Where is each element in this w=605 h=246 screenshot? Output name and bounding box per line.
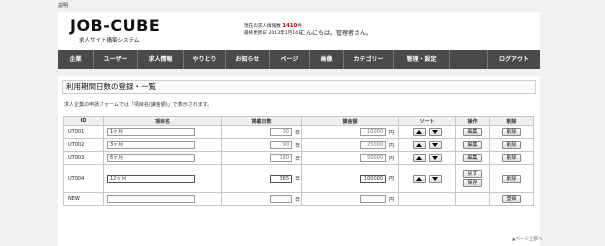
period-table: ID 項目名 掲載日数 課金額 ソート 操作 削除 UT001 1ヶ月 30 日 … <box>63 116 534 206</box>
fee-input[interactable]: 10000 <box>360 128 386 136</box>
edit-button[interactable]: 編集 <box>463 141 482 149</box>
arrow-down-icon <box>432 143 438 147</box>
logo: JOB-CUBE <box>70 16 161 35</box>
table-row: UT002 3ヶ月 90 日 25000 円 編集 削除 <box>63 138 534 152</box>
delete-button[interactable]: 削除 <box>502 174 521 183</box>
days-input[interactable]: 90 <box>270 141 292 149</box>
sort-down-button[interactable] <box>428 128 442 136</box>
site-header: JOB-CUBE 求人サイト構築システム 現在の求人情報数 1410件 最終更新… <box>58 12 540 50</box>
save-button[interactable]: 保存 <box>463 179 482 187</box>
greeting: こんにちは。管理者さん。 <box>300 30 373 37</box>
nav-messages[interactable]: やりとり <box>184 50 226 69</box>
page-top-link[interactable]: ▲ページ上部へ <box>512 236 542 242</box>
arrow-up-icon <box>416 156 422 160</box>
name-input[interactable]: 1ヶ月 <box>107 128 195 136</box>
fee-unit: 円 <box>389 176 395 182</box>
edit-button[interactable]: 編集 <box>463 154 482 162</box>
sort-up-button[interactable] <box>412 141 426 149</box>
arrow-down-icon <box>432 130 438 134</box>
table-row: UT003 6ヶ月 180 日 50000 円 編集 削除 <box>63 151 534 165</box>
nav-categories[interactable]: カテゴリー <box>344 50 394 69</box>
col-op: 操作 <box>455 116 490 126</box>
sort-up-button[interactable] <box>412 174 426 183</box>
fee-unit: 円 <box>389 196 395 203</box>
delete-button[interactable]: 削除 <box>502 141 521 149</box>
logo-subtitle: 求人サイト構築システム <box>79 38 140 44</box>
new-days-input[interactable] <box>270 195 292 203</box>
sort-up-button[interactable] <box>412 128 426 136</box>
empty-cell <box>398 192 456 206</box>
day-unit: 日 <box>295 176 301 182</box>
day-unit: 日 <box>295 142 301 149</box>
page-description: 求人企業の申請フォームでは「項目名(課金額)」で表示されます。 <box>64 102 213 108</box>
back-button[interactable]: 戻す <box>463 170 482 178</box>
nav-logout[interactable]: ログアウト <box>488 50 540 69</box>
sort-down-button[interactable] <box>428 141 442 149</box>
sort-up-button[interactable] <box>412 154 426 162</box>
site-stats: 現在の求人情報数 1410件 最終更新日 2013年1月14日 <box>244 23 303 37</box>
fee-input[interactable]: 50000 <box>360 154 386 162</box>
name-input[interactable]: 6ヶ月 <box>107 154 195 162</box>
jobs-label: 現在の求人情報数 <box>244 24 281 29</box>
days-input[interactable]: 180 <box>270 154 292 162</box>
fee-input[interactable]: 100000 <box>360 174 386 183</box>
fee-unit: 円 <box>389 155 395 162</box>
fee-unit: 円 <box>389 129 395 136</box>
update-label: 最終更新日 <box>244 31 267 36</box>
page-title: 利用期間日数の登録・一覧 <box>62 80 536 94</box>
col-id: ID <box>63 116 104 126</box>
main-panel: 利用期間日数の登録・一覧 求人企業の申請フォームでは「項目名(課金額)」で表示さ… <box>58 76 540 246</box>
delete-button[interactable]: 削除 <box>502 154 521 162</box>
arrow-up-icon <box>416 130 422 134</box>
main-nav: 企業 ユーザー 求人情報 やりとり お知らせ ページ 画像 カテゴリー 管理・設… <box>58 50 540 69</box>
col-name: 項目名 <box>103 116 222 126</box>
help-link[interactable]: 説明 <box>58 2 68 9</box>
nav-spacer <box>450 50 488 69</box>
arrow-down-icon <box>432 156 438 160</box>
col-days: 掲載日数 <box>221 116 302 126</box>
edit-button[interactable]: 編集 <box>463 128 482 136</box>
jobs-count: 1410 <box>282 23 298 29</box>
fee-unit: 円 <box>389 142 395 149</box>
fee-input[interactable]: 25000 <box>360 141 386 149</box>
name-input[interactable]: 3ヶ月 <box>107 141 195 149</box>
nav-jobs[interactable]: 求人情報 <box>138 50 184 69</box>
day-unit: 日 <box>295 129 301 136</box>
row-id: UT004 <box>63 164 104 193</box>
row-id: UT001 <box>63 125 104 139</box>
nav-users[interactable]: ユーザー <box>94 50 138 69</box>
arrow-up-icon <box>416 176 422 181</box>
empty-cell <box>455 192 490 206</box>
nav-settings[interactable]: 管理・設定 <box>394 50 450 69</box>
nav-company[interactable]: 企業 <box>58 50 94 69</box>
table-row-editing: UT004 12ヶ月 365 日 100000 円 戻す 保存 削除 <box>63 164 534 193</box>
days-input[interactable]: 365 <box>270 174 292 183</box>
table-row-new: NEW 日 円 登録 <box>63 192 534 206</box>
nav-news[interactable]: お知らせ <box>226 50 270 69</box>
row-id: UT003 <box>63 151 104 165</box>
new-name-input[interactable] <box>107 195 195 203</box>
sort-down-button[interactable] <box>428 154 442 162</box>
table-header-row: ID 項目名 掲載日数 課金額 ソート 操作 削除 <box>63 116 534 126</box>
table-row: UT001 1ヶ月 30 日 10000 円 編集 削除 <box>63 125 534 139</box>
col-del: 削除 <box>489 116 534 126</box>
delete-button[interactable]: 削除 <box>502 128 521 136</box>
name-input[interactable]: 12ヶ月 <box>107 174 195 183</box>
nav-images[interactable]: 画像 <box>310 50 344 69</box>
day-unit: 日 <box>295 155 301 162</box>
nav-pages[interactable]: ページ <box>270 50 310 69</box>
new-fee-input[interactable] <box>360 195 386 203</box>
row-id: UT002 <box>63 138 104 152</box>
row-id: NEW <box>63 192 104 206</box>
arrow-down-icon <box>432 176 438 181</box>
register-button[interactable]: 登録 <box>502 195 521 203</box>
days-input[interactable]: 30 <box>270 128 292 136</box>
day-unit: 日 <box>295 196 301 203</box>
arrow-up-icon <box>416 143 422 147</box>
sort-down-button[interactable] <box>428 174 442 183</box>
col-fee: 課金額 <box>301 116 399 126</box>
update-date: 2013年1月14日 <box>268 31 303 36</box>
col-sort: ソート <box>398 116 456 126</box>
